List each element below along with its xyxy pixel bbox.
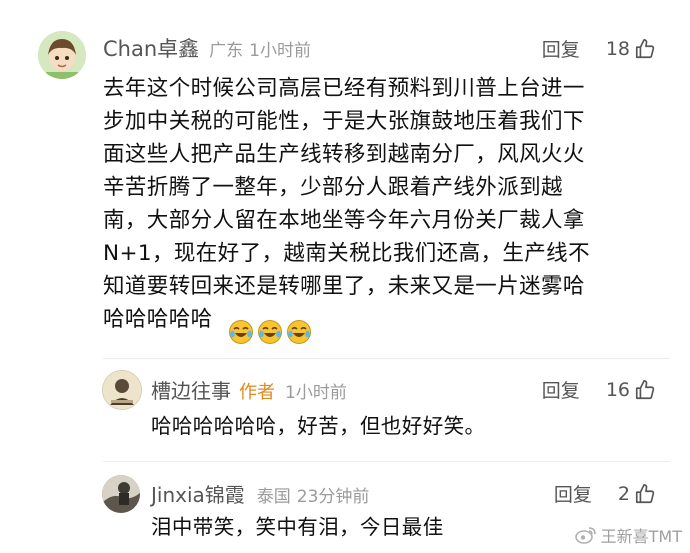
avatar-illustration-icon <box>38 31 86 79</box>
emoji-row <box>228 319 315 345</box>
weibo-logo-icon <box>574 527 596 544</box>
avatar[interactable] <box>38 31 86 79</box>
laugh-cry-emoji-icon <box>229 320 253 344</box>
comment-text: 哈哈哈哈哈哈，好苦，但也好好笑。 <box>151 414 486 438</box>
author-badge: 作者 <box>239 382 275 403</box>
like-count: 16 <box>605 378 630 401</box>
thumbs-up-icon[interactable] <box>634 38 656 60</box>
thumbs-up-icon[interactable] <box>634 483 656 505</box>
thumbs-up-icon[interactable] <box>634 379 656 401</box>
like-count: 2 <box>617 482 630 505</box>
separator <box>103 358 670 359</box>
watermark-text: 王新喜TMT <box>600 527 682 546</box>
timestamp: 1小时前 <box>249 41 311 61</box>
avatar-photo-icon <box>102 475 140 513</box>
region-label: 泰国 <box>256 487 291 507</box>
reply-button[interactable]: 回复 <box>542 376 580 403</box>
timestamp: 23分钟前 <box>296 487 370 507</box>
avatar[interactable] <box>102 475 140 513</box>
timestamp: 1小时前 <box>285 383 347 403</box>
laugh-cry-emoji-icon <box>287 320 311 344</box>
comment-text: 去年这个时候公司高层已经有预料到川普上台进一 步加中关税的可能性，于是大张旗鼓地… <box>103 76 590 332</box>
reply-button[interactable]: 回复 <box>554 480 592 507</box>
watermark: 王新喜TMT <box>574 523 682 547</box>
avatar-portrait-icon <box>103 371 141 409</box>
comment-text: 泪中带笑，笑中有泪，今日最佳 <box>151 515 444 539</box>
reply-button[interactable]: 回复 <box>542 35 580 62</box>
like-count: 18 <box>605 37 630 60</box>
username[interactable]: 槽边往事 <box>151 375 231 404</box>
laugh-cry-emoji-icon <box>258 320 282 344</box>
username[interactable]: Chan卓鑫 <box>103 33 199 63</box>
avatar[interactable] <box>102 370 142 410</box>
separator <box>103 461 670 462</box>
username[interactable]: Jinxia锦霞 <box>151 479 245 508</box>
region-label: 广东 <box>209 41 244 61</box>
